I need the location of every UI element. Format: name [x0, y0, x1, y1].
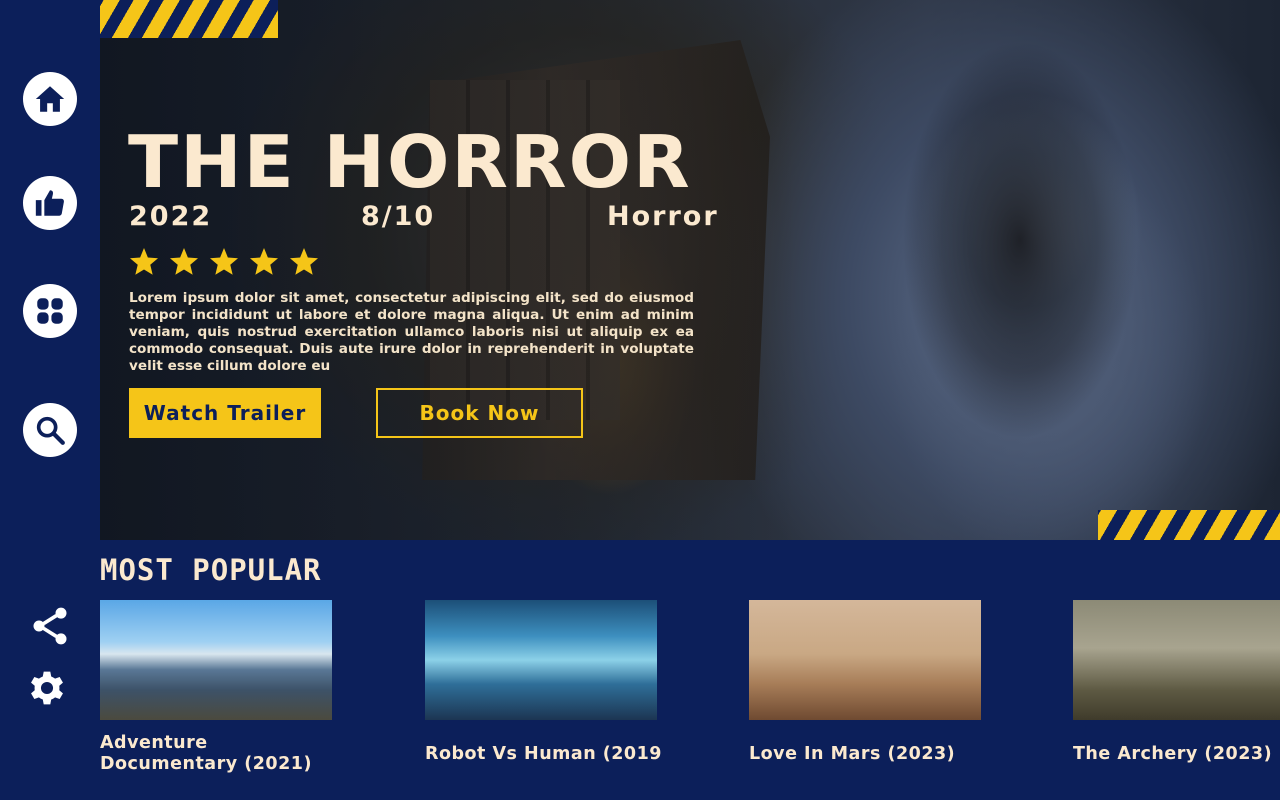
hero-genre: Horror: [607, 201, 719, 232]
hero-year: 2022: [129, 201, 213, 232]
star-rating: [128, 246, 320, 278]
star-icon: [170, 248, 198, 275]
hero-rating: 8/10: [361, 201, 436, 232]
star-icon: [290, 248, 318, 275]
home-icon: [35, 86, 65, 112]
hero-title: THE HORROR: [128, 120, 692, 204]
movie-thumbnail[interactable]: [749, 600, 981, 720]
hazard-stripe-top: [100, 0, 278, 38]
hero-description: Lorem ipsum dolor sit amet, consectetur …: [129, 290, 694, 374]
share-button[interactable]: [26, 602, 74, 650]
sidebar-item-likes[interactable]: [23, 176, 77, 230]
movie-card[interactable]: Love In Mars (2023): [749, 600, 981, 765]
settings-button[interactable]: [23, 664, 71, 712]
movie-thumbnail[interactable]: [425, 600, 657, 720]
movie-title[interactable]: Love In Mars (2023): [749, 744, 981, 765]
watch-trailer-button[interactable]: Watch Trailer: [129, 388, 321, 438]
movie-card[interactable]: Robot Vs Human (2019: [425, 600, 661, 765]
movie-title[interactable]: Robot Vs Human (2019: [425, 744, 661, 765]
sidebar-item-home[interactable]: [23, 72, 77, 126]
gear-icon: [31, 671, 63, 705]
movie-title[interactable]: The Archery (2023): [1073, 744, 1280, 765]
most-popular-heading: MOST POPULAR: [100, 553, 322, 587]
hero-banner: THE HORROR 2022 8/10 Horror Lorem ipsum …: [100, 0, 1280, 540]
hero-background-hair: [870, 40, 1170, 460]
star-icon: [210, 248, 238, 275]
movie-card[interactable]: Adventure Documentary (2021): [100, 600, 332, 775]
thumbs-up-icon: [35, 190, 64, 216]
star-icon: [250, 248, 278, 275]
sidebar: [0, 0, 100, 800]
hazard-stripe-bottom: [1098, 510, 1280, 540]
grid-icon: [37, 298, 63, 324]
sidebar-item-categories[interactable]: [23, 284, 77, 338]
movie-thumbnail[interactable]: [100, 600, 332, 720]
star-icon: [130, 248, 158, 275]
movie-title[interactable]: Adventure Documentary (2021): [100, 733, 332, 775]
movie-card[interactable]: The Archery (2023): [1073, 600, 1280, 765]
search-icon: [36, 416, 65, 445]
share-icon: [33, 607, 67, 645]
movie-thumbnail[interactable]: [1073, 600, 1280, 720]
sidebar-item-search[interactable]: [23, 403, 77, 457]
book-now-button[interactable]: Book Now: [376, 388, 583, 438]
